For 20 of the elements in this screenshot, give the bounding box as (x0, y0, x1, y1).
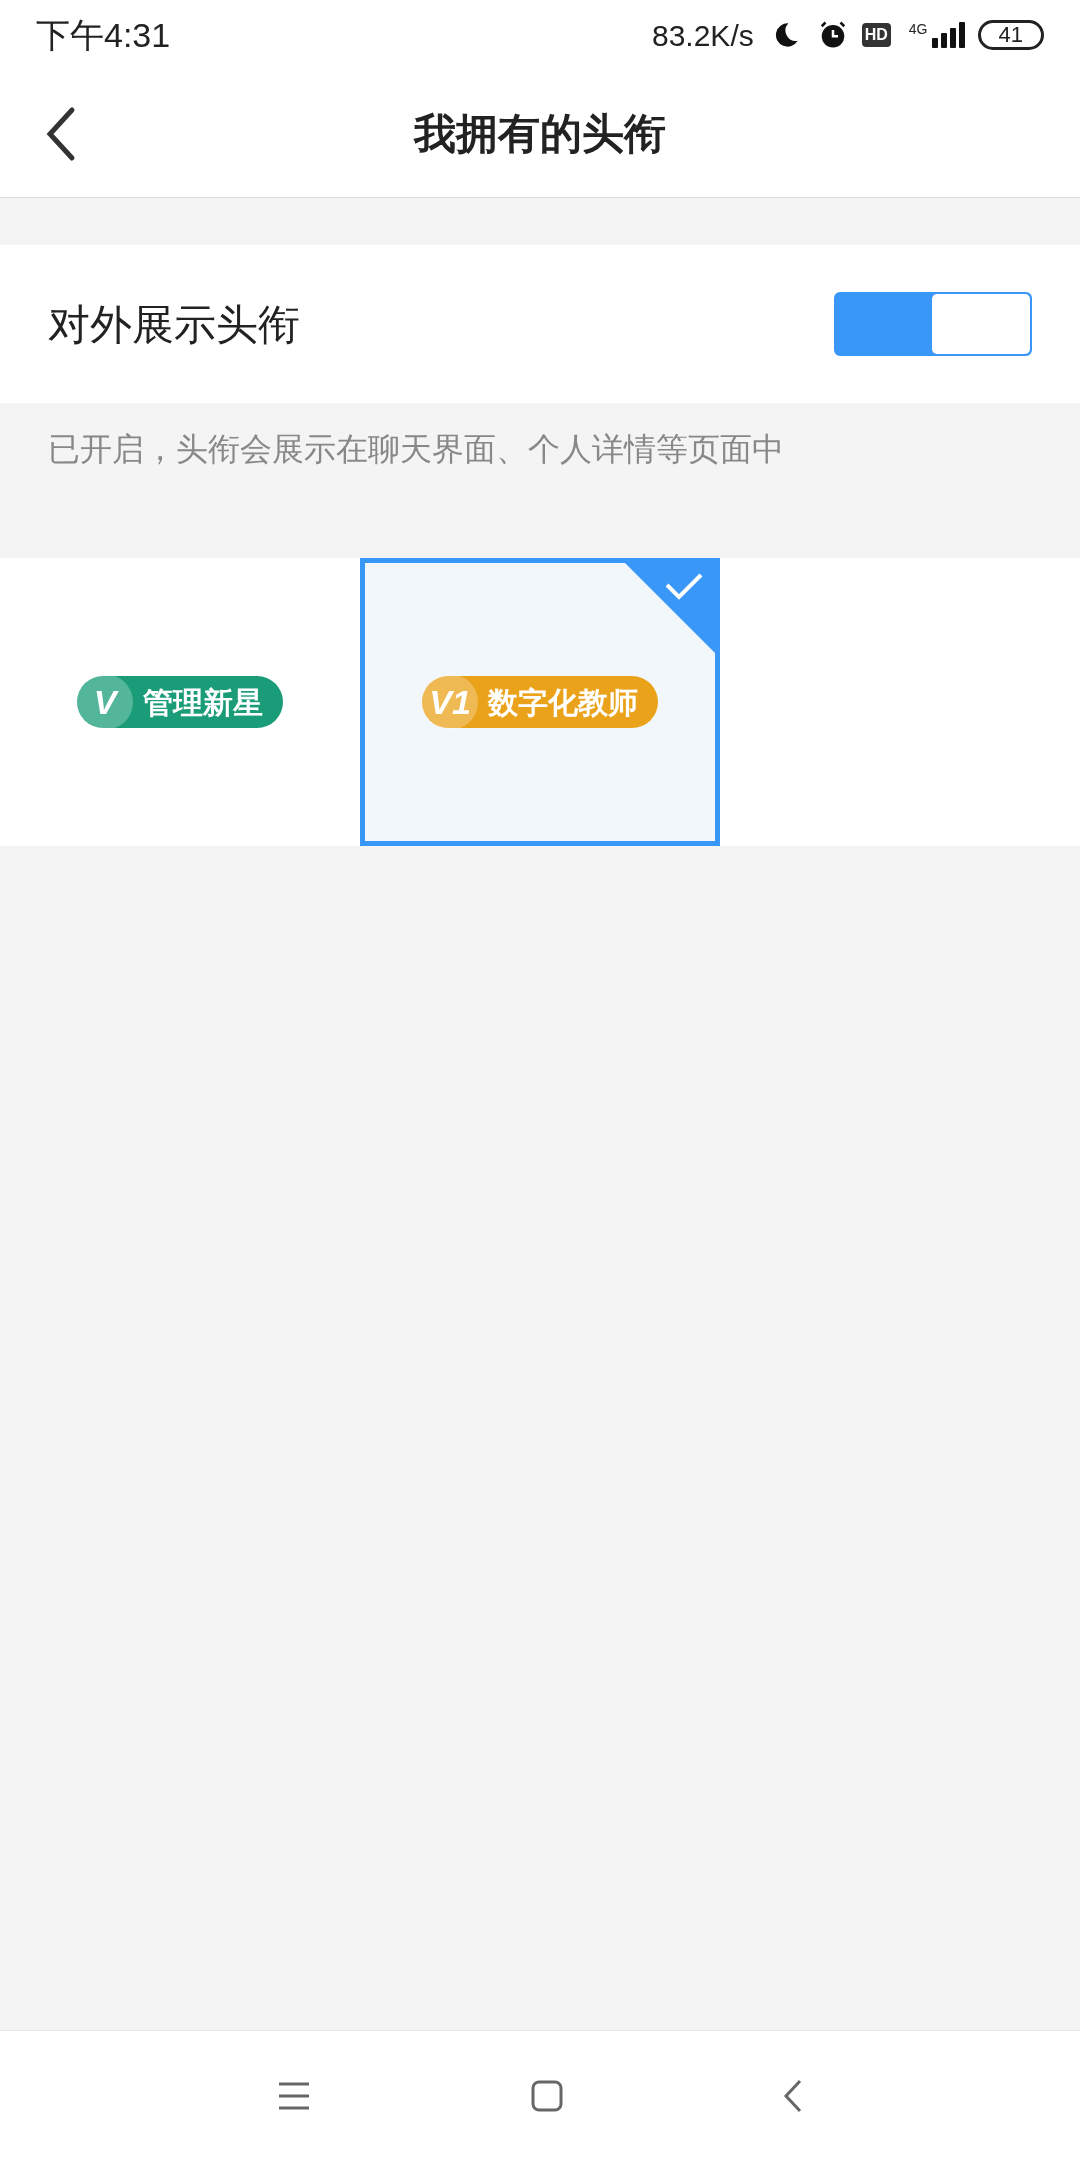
page-title: 我拥有的头衔 (414, 109, 666, 159)
status-time: 下午4:31 (36, 14, 171, 56)
check-icon (625, 563, 715, 653)
back-icon[interactable] (783, 2078, 803, 2113)
title-label: 管理新星 (143, 684, 263, 721)
setting-label: 对外展示头衔 (48, 299, 301, 350)
network-speed: 83.2K/s (652, 17, 754, 54)
title-card[interactable]: V 管理新星 (0, 558, 360, 846)
signal-icon (929, 22, 966, 48)
network-type: 4G (908, 22, 928, 36)
home-icon[interactable] (531, 2079, 563, 2112)
level-mark: V1 (422, 674, 478, 730)
title-label: 数字化教师 (488, 684, 638, 721)
level-mark: V (77, 674, 133, 730)
battery-indicator: 41 (977, 20, 1044, 50)
setting-hint: 已开启，头衔会展示在聊天界面、个人详情等页面中 (48, 431, 784, 467)
menu-icon[interactable] (277, 2080, 311, 2111)
hd-indicator: HD (861, 23, 891, 47)
title-card[interactable]: V1 数字化教师 (360, 558, 720, 846)
toggle-switch[interactable] (834, 292, 1032, 356)
